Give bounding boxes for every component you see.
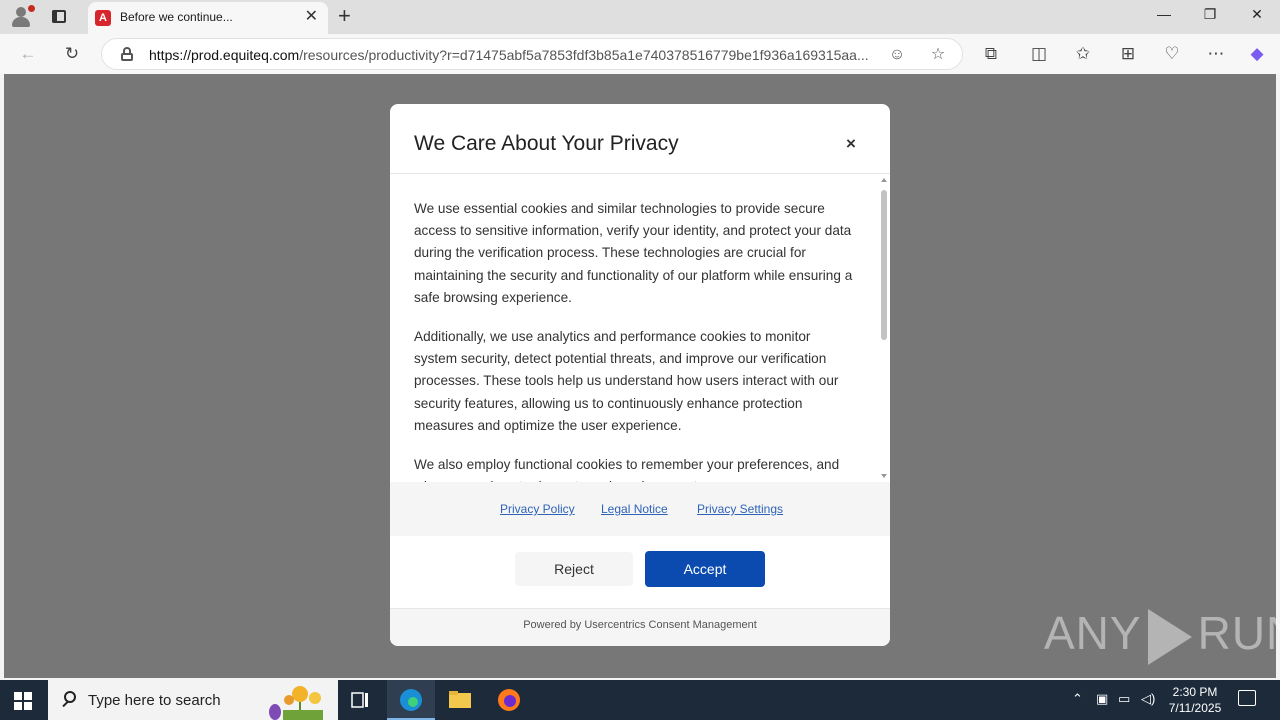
policy-links: Privacy Policy Legal Notice Privacy Sett… <box>390 482 890 536</box>
favorites-icon[interactable]: ✩ <box>1072 43 1094 65</box>
privacy-consent-dialog: We Care About Your Privacy × We use esse… <box>390 104 890 646</box>
notification-center-icon[interactable] <box>1238 690 1256 706</box>
edge-taskbar-icon[interactable] <box>387 680 435 720</box>
search-placeholder: Type here to search <box>88 692 221 709</box>
collections-icon[interactable]: ⊞ <box>1117 43 1139 65</box>
volume-icon[interactable]: ◁) <box>1141 691 1155 707</box>
anyrun-watermark-logo: ANYRUN <box>1044 606 1280 665</box>
windows-taskbar: Type here to search ⌃ ▣ ▭ ◁) 2:30 PM 7/1… <box>0 680 1280 720</box>
dialog-body[interactable]: We use essential cookies and similar tec… <box>390 174 890 482</box>
copilot-icon[interactable]: ◆ <box>1246 43 1268 65</box>
url-text[interactable]: https://prod.equiteq.com/resources/produ… <box>149 47 871 63</box>
network-icon[interactable]: ▭ <box>1118 691 1130 707</box>
start-windows-icon[interactable] <box>14 692 32 710</box>
reject-button[interactable]: Reject <box>515 552 633 586</box>
accept-button[interactable]: Accept <box>645 551 765 587</box>
consent-paragraph: We use essential cookies and similar tec… <box>414 201 853 305</box>
tab-close-icon[interactable]: ✕ <box>305 9 318 25</box>
profile-icon[interactable] <box>8 5 35 29</box>
tab-title: Before we continue... <box>120 10 233 24</box>
show-hidden-icons-icon[interactable]: ⌃ <box>1072 691 1083 707</box>
favorite-star-icon[interactable]: ☆ <box>927 44 949 66</box>
file-explorer-icon[interactable] <box>436 680 484 720</box>
privacy-policy-link[interactable]: Privacy Policy <box>500 502 575 516</box>
extensions-icon[interactable]: ⧉ <box>980 43 1002 65</box>
split-screen-icon[interactable]: ◫ <box>1028 43 1050 65</box>
refresh-icon[interactable]: ↻ <box>61 43 83 65</box>
flowers-illustration-icon <box>269 686 323 720</box>
clock-date: 7/11/2025 <box>1168 701 1222 715</box>
system-clock[interactable]: 2:30 PM 7/11/2025 <box>1160 684 1230 716</box>
dialog-scrollbar[interactable] <box>880 178 888 478</box>
tab-strip: A Before we continue... ✕ + — ❐ ✕ <box>0 0 1280 34</box>
meet-now-icon[interactable]: ▣ <box>1096 691 1108 707</box>
new-tab-icon[interactable]: + <box>338 5 351 27</box>
legal-notice-link[interactable]: Legal Notice <box>601 502 668 516</box>
privacy-settings-link[interactable]: Privacy Settings <box>697 502 783 516</box>
consent-paragraph: We also employ functional cookies to rem… <box>414 457 840 482</box>
back-icon[interactable]: ← <box>17 43 39 65</box>
dialog-title: We Care About Your Privacy <box>414 132 679 155</box>
browser-essentials-icon[interactable]: ♡ <box>1161 43 1183 65</box>
scrollbar-thumb[interactable] <box>881 190 887 340</box>
firefox-icon[interactable] <box>485 680 533 720</box>
address-bar[interactable]: https://prod.equiteq.com/resources/produ… <box>101 38 963 70</box>
search-icon <box>60 690 80 710</box>
lock-icon[interactable] <box>120 47 134 61</box>
consent-paragraph: Additionally, we use analytics and perfo… <box>414 329 839 433</box>
tab-active[interactable]: A Before we continue... ✕ <box>88 2 328 34</box>
more-menu-icon[interactable]: ⋯ <box>1205 43 1227 65</box>
minimize-icon[interactable]: — <box>1154 6 1174 22</box>
task-view-icon[interactable] <box>336 680 384 720</box>
taskbar-search-box[interactable]: Type here to search <box>48 680 338 720</box>
close-window-icon[interactable]: ✕ <box>1247 6 1267 23</box>
site-favicon-icon: A <box>95 10 111 26</box>
restore-icon[interactable]: ❐ <box>1200 6 1220 23</box>
clock-time: 2:30 PM <box>1172 685 1218 699</box>
close-icon[interactable]: × <box>846 134 856 154</box>
reader-icon[interactable]: ☺ <box>886 44 908 66</box>
tab-actions-icon[interactable] <box>50 8 70 26</box>
dialog-footer: Powered by Usercentrics Consent Manageme… <box>390 609 890 646</box>
browser-toolbar: ← ↻ https://prod.equiteq.com/resources/p… <box>0 34 1280 74</box>
powered-by-text: Powered by Usercentrics Consent Manageme… <box>523 619 757 631</box>
